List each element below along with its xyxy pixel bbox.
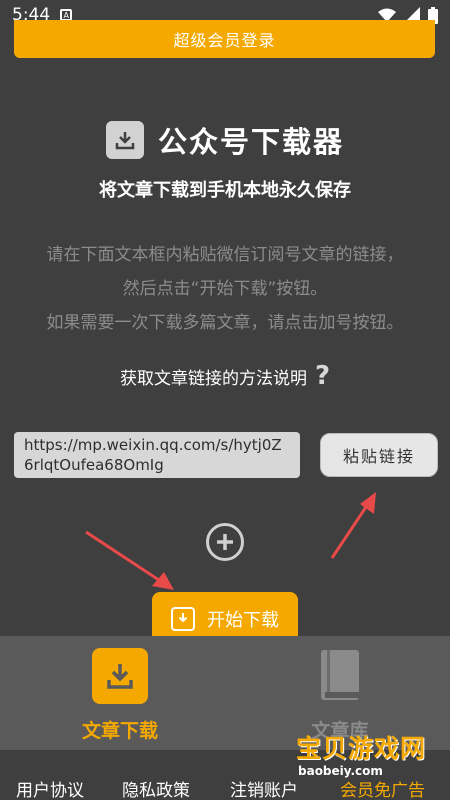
- privacy-policy-link[interactable]: 隐私政策: [122, 776, 190, 800]
- book-icon: [312, 648, 368, 704]
- instruction-line: 如果需要一次下载多篇文章，请点击加号按钮。: [46, 313, 404, 333]
- user-agreement-link[interactable]: 用户协议: [16, 776, 84, 800]
- vip-no-ads-link[interactable]: 会员免广告: [340, 776, 425, 800]
- cancel-account-link[interactable]: 注销账户: [230, 776, 298, 800]
- nav-tab-library-label: 文章库: [311, 720, 369, 742]
- arrow-annotation-left: [85, 530, 174, 590]
- paste-link-button[interactable]: 粘贴链接: [320, 433, 438, 477]
- footer-links: 用户协议 隐私政策 注销账户 会员免广告: [0, 750, 450, 800]
- article-link-input[interactable]: https://mp.weixin.qq.com/s/hytj0Z6rlqtOu…: [14, 432, 300, 478]
- help-link[interactable]: 获取文章链接的方法说明 ?: [0, 360, 450, 392]
- download-icon: [171, 607, 195, 631]
- instructions: 请在下面文本框内粘贴微信订阅号文章的链接， 然后点击“开始下载”按钮。 如果需要…: [0, 238, 450, 340]
- page-title: 公众号下载器: [157, 125, 344, 159]
- title-row: 公众号下载器: [0, 118, 450, 162]
- instruction-line: 然后点击“开始下载”按钮。: [122, 279, 328, 299]
- vip-login-button[interactable]: 超级会员登录: [14, 20, 435, 58]
- question-icon[interactable]: ?: [315, 361, 330, 391]
- bottom-nav: 文章下载 文章库: [0, 636, 450, 750]
- page-subtitle: 将文章下载到手机本地永久保存: [99, 180, 351, 201]
- nav-tab-download[interactable]: 文章下载: [60, 648, 180, 743]
- plus-icon: [217, 534, 233, 550]
- start-download-label: 开始下载: [207, 610, 279, 631]
- help-label: 获取文章链接的方法说明: [119, 368, 307, 389]
- download-icon: [105, 121, 144, 159]
- nav-tab-download-label: 文章下载: [81, 720, 158, 742]
- paste-link-label: 粘贴链接: [342, 447, 415, 466]
- download-icon: [92, 648, 148, 704]
- arrow-annotation-right: [330, 492, 376, 559]
- add-link-button[interactable]: [206, 523, 244, 561]
- nav-tab-library[interactable]: 文章库: [280, 648, 400, 743]
- vip-login-label: 超级会员登录: [173, 31, 276, 50]
- instruction-line: 请在下面文本框内粘贴微信订阅号文章的链接，: [46, 245, 404, 265]
